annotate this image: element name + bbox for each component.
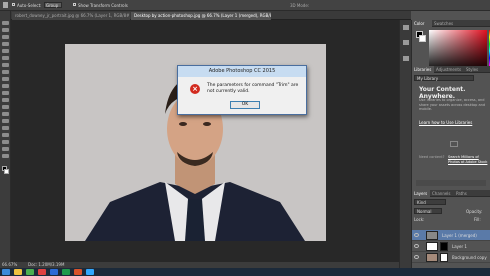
move-tool-icon[interactable] <box>2 21 9 25</box>
photoshop-icon[interactable] <box>86 269 94 275</box>
crop-tool-icon[interactable] <box>2 49 9 53</box>
library-footer-icons <box>416 180 486 186</box>
layer-thumbnail <box>426 242 438 251</box>
stock-image-icon <box>450 141 458 147</box>
move-tool-icon[interactable] <box>3 2 8 8</box>
right-panels: Color Swatches Libraries Adjustments Sty… <box>412 20 490 268</box>
adobe-stock-link[interactable]: Search Millions of Photos at Adobe Stock <box>448 155 488 164</box>
tools-panel <box>0 11 11 262</box>
marquee-tool-icon[interactable] <box>2 28 9 32</box>
dodge-tool-icon[interactable] <box>2 112 9 116</box>
chrome-icon[interactable] <box>26 269 34 275</box>
eraser-tool-icon[interactable] <box>2 91 9 95</box>
tab-adjustments[interactable]: Adjustments <box>434 66 464 73</box>
layer-mask-thumbnail <box>440 253 448 262</box>
clone-stamp-tool-icon[interactable] <box>2 77 9 81</box>
layer-name: Layer 1 <box>452 244 467 249</box>
need-content-label: Need content? <box>419 155 445 159</box>
visibility-eye-icon[interactable] <box>414 255 419 259</box>
error-icon: × <box>190 84 200 94</box>
hand-tool-icon[interactable] <box>2 147 9 151</box>
powerpoint-icon[interactable] <box>74 269 82 275</box>
error-dialog: Adobe Photoshop CC 2015 × The parameters… <box>177 65 307 115</box>
type-tool-icon[interactable] <box>2 126 9 130</box>
layer-thumbnail <box>426 253 438 262</box>
tab-document-2[interactable]: Desktop by action-photoshop.jpg @ 66.7% … <box>131 12 271 20</box>
background-color-chip[interactable] <box>419 35 426 42</box>
library-panel-tabs: Libraries Adjustments Styles <box>412 66 490 73</box>
layers-panel-tabs: Layers Channels Paths <box>412 190 490 197</box>
panel-icon-strip <box>399 20 412 268</box>
tab-document-1[interactable]: robert_downey_jr_portrait.jpg @ 66.7% (L… <box>12 12 130 20</box>
library-dropdown[interactable]: My Library <box>414 75 474 81</box>
tab-layers[interactable]: Layers <box>412 190 430 197</box>
lock-label: Lock: <box>414 217 425 222</box>
layer-row[interactable]: Layer 1 <box>412 241 490 252</box>
library-description: Use libraries to organize, access, and s… <box>419 98 486 111</box>
show-transform-label: Show Transform Controls <box>78 3 128 8</box>
tab-color[interactable]: Color <box>412 20 432 27</box>
windows-start-icon[interactable] <box>2 269 10 275</box>
document-tabs: robert_downey_jr_portrait.jpg @ 66.7% (L… <box>11 11 411 20</box>
quick-select-tool-icon[interactable] <box>2 42 9 46</box>
dialog-title: Adobe Photoshop CC 2015 <box>178 66 306 77</box>
tab-swatches[interactable]: Swatches <box>432 20 456 27</box>
tab-paths[interactable]: Paths <box>454 190 470 197</box>
lasso-tool-icon[interactable] <box>2 35 9 39</box>
file-explorer-icon[interactable] <box>14 269 22 275</box>
learn-libraries-link[interactable]: Learn how to Use Libraries <box>419 120 472 125</box>
layer-kind-filter[interactable]: Kind <box>414 199 446 205</box>
gradient-tool-icon[interactable] <box>2 98 9 102</box>
shape-tool-icon[interactable] <box>2 140 9 144</box>
3d-mode-label: 3D Mode: <box>290 3 310 8</box>
dialog-message: The parameters for command "Trim" are no… <box>207 83 299 94</box>
blur-tool-icon[interactable] <box>2 105 9 109</box>
visibility-eye-icon[interactable] <box>414 244 419 248</box>
layer-name: Background copy <box>452 255 487 260</box>
tab-channels[interactable]: Channels <box>430 190 454 197</box>
layer-row[interactable]: Layer 1 (merged) <box>412 230 490 241</box>
path-select-tool-icon[interactable] <box>2 133 9 137</box>
auto-select-dropdown[interactable]: Group <box>44 2 62 8</box>
windows-taskbar <box>0 268 490 276</box>
pen-tool-icon[interactable] <box>2 119 9 123</box>
character-panel-icon[interactable] <box>403 56 409 61</box>
blend-mode-dropdown[interactable]: Normal <box>414 208 442 214</box>
layer-thumbnail <box>426 231 438 240</box>
fill-label: Fill: <box>474 217 481 222</box>
options-bar: Auto-Select: Group Show Transform Contro… <box>0 0 490 11</box>
layer-row[interactable]: Background copy <box>412 252 490 263</box>
word-icon[interactable] <box>50 269 58 275</box>
excel-icon[interactable] <box>62 269 70 275</box>
opacity-label: Opacity: <box>466 209 483 214</box>
tab-libraries[interactable]: Libraries <box>412 66 434 73</box>
history-brush-tool-icon[interactable] <box>2 84 9 88</box>
opera-icon[interactable] <box>38 269 46 275</box>
background-color-swatch[interactable] <box>4 169 9 174</box>
brush-tool-icon[interactable] <box>2 70 9 74</box>
auto-select-label: Auto-Select: <box>17 3 42 8</box>
healing-brush-tool-icon[interactable] <box>2 63 9 67</box>
layer-name: Layer 1 (merged) <box>442 233 477 238</box>
properties-panel-icon[interactable] <box>403 40 409 45</box>
ok-button[interactable]: OK <box>230 101 260 109</box>
eyedropper-tool-icon[interactable] <box>2 56 9 60</box>
zoom-tool-icon[interactable] <box>2 154 9 158</box>
history-panel-icon[interactable] <box>403 25 409 30</box>
tab-styles[interactable]: Styles <box>464 66 484 73</box>
show-transform-checkbox[interactable] <box>73 3 76 6</box>
auto-select-checkbox[interactable] <box>12 3 15 6</box>
color-panel-tabs: Color Swatches <box>412 20 490 27</box>
visibility-eye-icon[interactable] <box>414 233 419 237</box>
layer-mask-thumbnail <box>440 242 448 251</box>
